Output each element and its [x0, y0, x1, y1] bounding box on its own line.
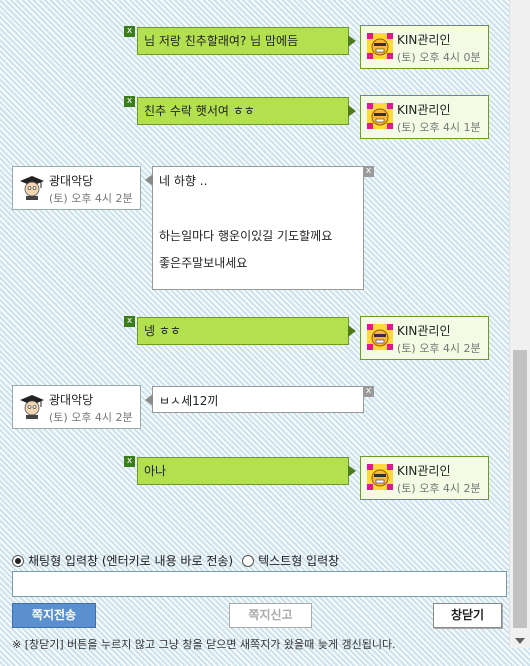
close-window-button[interactable]: 창닫기	[433, 603, 502, 628]
sender-card: KIN관리인 (토) 오후 4시 2분	[360, 316, 489, 360]
face-icon	[367, 103, 393, 129]
report-button[interactable]: 쪽지신고	[229, 603, 312, 628]
message-bubble: 아나	[137, 457, 356, 485]
sender-card: KIN관리인 (토) 오후 4시 2분	[360, 456, 489, 500]
sender-name: 광대악당	[49, 174, 94, 188]
graduate-icon	[20, 395, 44, 419]
message-line: 하는일마다 행운이있길 기도할께요	[159, 229, 333, 243]
chat-mode-label[interactable]: 채팅형 입력창 (엔터키로 내용 바로 전송)	[28, 552, 233, 569]
face-icon	[367, 324, 393, 350]
bubble-tail	[145, 174, 153, 186]
message-text: 아나	[144, 464, 167, 478]
message-bubble: 친추 수락 햇서여 ㅎㅎ	[137, 97, 356, 125]
chat-mode-radio[interactable]	[12, 554, 24, 567]
message-text: 넹 ㅎㅎ	[144, 324, 181, 338]
message-time: (토) 오후 4시 2분	[49, 192, 133, 205]
delete-message-icon[interactable]: x	[124, 96, 135, 107]
message-line: 네 하향 ..	[159, 174, 208, 188]
sender-name: KIN관리인	[397, 464, 451, 478]
message-time: (토) 오후 4시 0분	[397, 51, 481, 64]
message-time: (토) 오후 4시 2분	[397, 482, 481, 495]
delete-message-icon[interactable]: x	[363, 386, 374, 397]
message-line: ㅂㅅ세12끼	[159, 394, 219, 408]
sender-name: KIN관리인	[397, 324, 451, 338]
message-text: 님 저랑 친추할래여? 님 맘에듬	[144, 34, 299, 48]
sender-name: KIN관리인	[397, 33, 451, 47]
scroll-down-icon[interactable]	[515, 638, 525, 644]
message-time: (토) 오후 4시 2분	[397, 342, 481, 355]
bubble-tail	[348, 325, 356, 337]
sender-card: KIN관리인 (토) 오후 4시 0분	[360, 25, 489, 69]
text-mode-radio[interactable]	[242, 554, 255, 567]
bubble-tail	[348, 105, 356, 117]
input-mode-selector: 채팅형 입력창 (엔터키로 내용 바로 전송) 텍스트형 입력창	[12, 552, 339, 569]
sender-name: KIN관리인	[397, 103, 451, 117]
face-icon	[367, 33, 393, 59]
sender-card: 광대악당 (토) 오후 4시 2분	[12, 385, 141, 429]
close-notice: ※ [창닫기] 버튼을 누르지 않고 그냥 창을 닫으면 새쪽지가 왔을때 늦게…	[12, 638, 396, 651]
send-button[interactable]: 쪽지전송	[12, 603, 96, 628]
sender-card: KIN관리인 (토) 오후 4시 1분	[360, 95, 489, 139]
bubble-tail	[348, 465, 356, 477]
message-time: (토) 오후 4시 2분	[49, 411, 133, 424]
delete-message-icon[interactable]: x	[363, 166, 374, 177]
sender-name: 광대악당	[49, 393, 94, 407]
bubble-tail	[348, 35, 356, 47]
message-bubble: 네 하향 .. 하는일마다 행운이있길 기도할께요 좋은주말보내세요	[145, 166, 364, 290]
chat-scrollbar[interactable]	[509, 0, 530, 648]
chat-log: x 님 저랑 친추할래여? 님 맘에듬 KIN관리인 (토) 오후 4시 0분 …	[0, 0, 508, 545]
graduate-icon	[20, 176, 44, 200]
scrollbar-thumb[interactable]	[513, 350, 527, 628]
delete-message-icon[interactable]: x	[124, 26, 135, 37]
delete-message-icon[interactable]: x	[124, 316, 135, 327]
message-bubble: 님 저랑 친추할래여? 님 맘에듬	[137, 27, 356, 55]
delete-message-icon[interactable]: x	[124, 456, 135, 467]
bubble-tail	[145, 394, 153, 406]
message-input[interactable]	[12, 571, 507, 597]
message-text: 친추 수락 햇서여 ㅎㅎ	[144, 104, 255, 118]
sender-card: 광대악당 (토) 오후 4시 2분	[12, 166, 141, 210]
text-mode-label[interactable]: 텍스트형 입력창	[258, 552, 339, 569]
message-time: (토) 오후 4시 1분	[397, 121, 481, 134]
message-bubble: 넹 ㅎㅎ	[137, 317, 356, 345]
message-line: 좋은주말보내세요	[159, 256, 248, 270]
message-bubble: ㅂㅅ세12끼	[145, 386, 364, 413]
face-icon	[367, 464, 393, 490]
